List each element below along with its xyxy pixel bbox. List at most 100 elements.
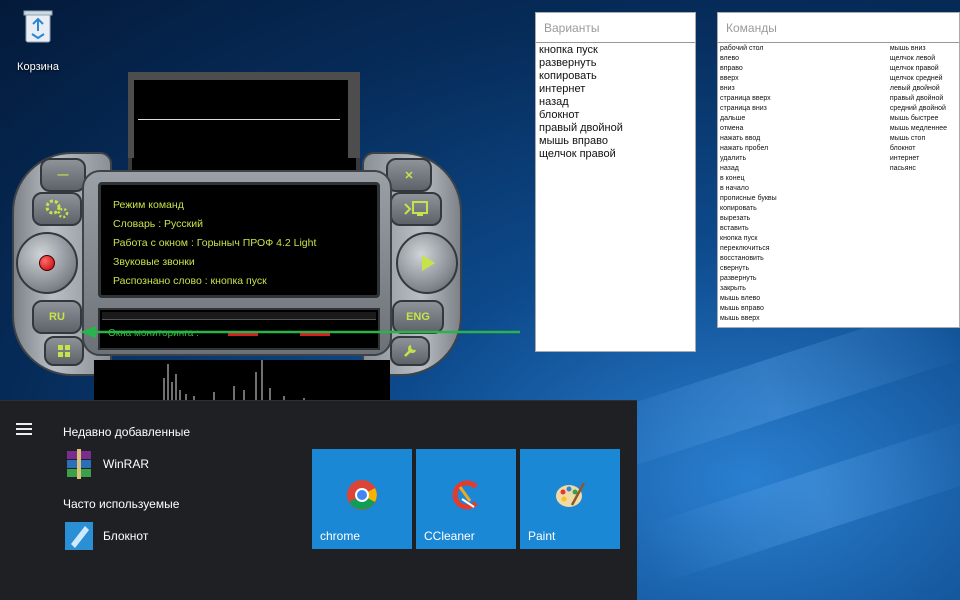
tools-button[interactable]	[390, 336, 430, 366]
green-arrow-annotation	[80, 326, 520, 338]
frequent-section-title: Часто используемые	[63, 497, 180, 511]
command-item[interactable]: блокнот	[890, 144, 959, 154]
command-item[interactable]: вправо	[720, 64, 890, 74]
display-line-mode: Режим команд	[113, 199, 184, 211]
commands-column-2: мышь вниз щелчок левой щелчок правой щелчок…	[890, 44, 959, 324]
minus-icon: —	[57, 169, 69, 181]
command-item[interactable]: нажать пробел	[720, 144, 890, 154]
command-item[interactable]: свернуть	[720, 264, 890, 274]
grid-icon	[58, 345, 70, 357]
widget-body: — RU ✕ ENG Режим команд Словарь: Русски…	[12, 152, 462, 376]
play-icon	[422, 255, 435, 271]
command-item[interactable]: мышь стоп	[890, 134, 959, 144]
tile-chrome[interactable]: chrome	[312, 449, 412, 549]
list-item[interactable]: развернуть	[536, 57, 695, 70]
list-item[interactable]: копировать	[536, 70, 695, 83]
notepad-icon	[65, 522, 93, 550]
command-item[interactable]: в начало	[720, 184, 890, 194]
command-item[interactable]: удалить	[720, 154, 890, 164]
ccleaner-icon	[452, 480, 478, 510]
command-item[interactable]: интернет	[890, 154, 959, 164]
monitor-separator	[102, 312, 376, 320]
screen-icon	[404, 201, 428, 216]
command-item[interactable]: правый двойной	[890, 94, 959, 104]
grid-button[interactable]	[44, 336, 84, 366]
list-item[interactable]: кнопка пуск	[536, 44, 695, 57]
list-item[interactable]: мышь вправо	[536, 135, 695, 148]
wrench-icon	[404, 344, 417, 357]
command-item[interactable]: мышь медленнее	[890, 124, 959, 134]
command-item[interactable]: прописные буквы	[720, 194, 890, 204]
record-button[interactable]	[16, 232, 78, 294]
command-item[interactable]: нажать ввод	[720, 134, 890, 144]
winrar-icon	[67, 449, 91, 479]
command-item[interactable]: щелчок левой	[890, 54, 959, 64]
variants-title: Варианты	[536, 13, 695, 43]
commands-title: Команды	[718, 13, 959, 43]
command-item[interactable]: кнопка пуск	[720, 234, 890, 244]
gears-icon	[45, 199, 69, 219]
command-item[interactable]: развернуть	[720, 274, 890, 284]
tile-label: CCleaner	[424, 529, 475, 543]
command-item[interactable]: в конец	[720, 174, 890, 184]
display-line-sounds: Звуковые звонки	[113, 256, 195, 268]
ru-language-button[interactable]: RU	[32, 300, 82, 334]
command-item[interactable]: страница вверх	[720, 94, 890, 104]
screen-button[interactable]	[390, 192, 442, 226]
command-item[interactable]: мышь вправо	[720, 304, 890, 314]
list-item[interactable]: щелчок правой	[536, 148, 695, 161]
recycle-bin[interactable]: Корзина	[10, 8, 66, 73]
command-item[interactable]: копировать	[720, 204, 890, 214]
tile-paint[interactable]: Paint	[520, 449, 620, 549]
command-item[interactable]: мышь вверх	[720, 314, 890, 324]
command-item[interactable]: мышь влево	[720, 294, 890, 304]
start-menu: Недавно добавленные WinRAR Часто использ…	[0, 400, 637, 600]
settings-button[interactable]	[32, 192, 82, 226]
command-item[interactable]: влево	[720, 54, 890, 64]
command-item[interactable]: мышь быстрее	[890, 114, 959, 124]
hamburger-menu-icon[interactable]	[16, 423, 32, 435]
tile-ccleaner[interactable]: CCleaner	[416, 449, 516, 549]
command-item[interactable]: отмена	[720, 124, 890, 134]
app-label: WinRAR	[103, 457, 150, 471]
gorynych-widget: — RU ✕ ENG Режим команд Словарь: Русски…	[12, 72, 520, 402]
command-item[interactable]: щелчок средней	[890, 74, 959, 84]
command-item[interactable]: восстановить	[720, 254, 890, 264]
commands-column-1: рабочий стол влево вправо вверх вниз страница…	[720, 44, 890, 324]
play-button[interactable]	[396, 232, 458, 294]
list-item[interactable]: правый двойной	[536, 122, 695, 135]
command-item[interactable]: вставить	[720, 224, 890, 234]
list-item[interactable]: блокнот	[536, 109, 695, 122]
command-item[interactable]: назад	[720, 164, 890, 174]
commands-list: рабочий стол влево вправо вверх вниз страница…	[718, 43, 959, 324]
display-line-dictionary: Словарь : Русский	[113, 218, 203, 230]
command-item[interactable]: дальше	[720, 114, 890, 124]
recycle-bin-icon	[23, 10, 53, 43]
app-notepad[interactable]: Блокнот	[63, 520, 148, 552]
top-screen-line	[138, 119, 340, 120]
list-item[interactable]: интернет	[536, 83, 695, 96]
minimize-button[interactable]: —	[40, 158, 86, 192]
close-button[interactable]: ✕	[386, 158, 432, 192]
app-winrar[interactable]: WinRAR	[63, 448, 149, 480]
command-item[interactable]: закрыть	[720, 284, 890, 294]
spectrum-graph	[163, 360, 305, 402]
command-item[interactable]: вверх	[720, 74, 890, 84]
eng-label: ENG	[406, 311, 430, 323]
command-item[interactable]: переключиться	[720, 244, 890, 254]
app-label: Блокнот	[103, 529, 149, 543]
recent-section-title: Недавно добавленные	[63, 425, 191, 439]
command-item[interactable]: страница вниз	[720, 104, 890, 114]
command-item[interactable]: пасьянс	[890, 164, 959, 174]
command-item[interactable]: вырезать	[720, 214, 890, 224]
command-item[interactable]: щелчок правой	[890, 64, 959, 74]
top-screen	[128, 72, 360, 158]
list-item[interactable]: назад	[536, 96, 695, 109]
command-item[interactable]: мышь вниз	[890, 44, 959, 54]
command-item[interactable]: рабочий стол	[720, 44, 890, 54]
command-item[interactable]: вниз	[720, 84, 890, 94]
close-icon: ✕	[404, 169, 414, 182]
command-item[interactable]: левый двойной	[890, 84, 959, 94]
command-item[interactable]: средний двойной	[890, 104, 959, 114]
display-line-recognized: Распознано слово : кнопка пуск	[113, 275, 267, 287]
